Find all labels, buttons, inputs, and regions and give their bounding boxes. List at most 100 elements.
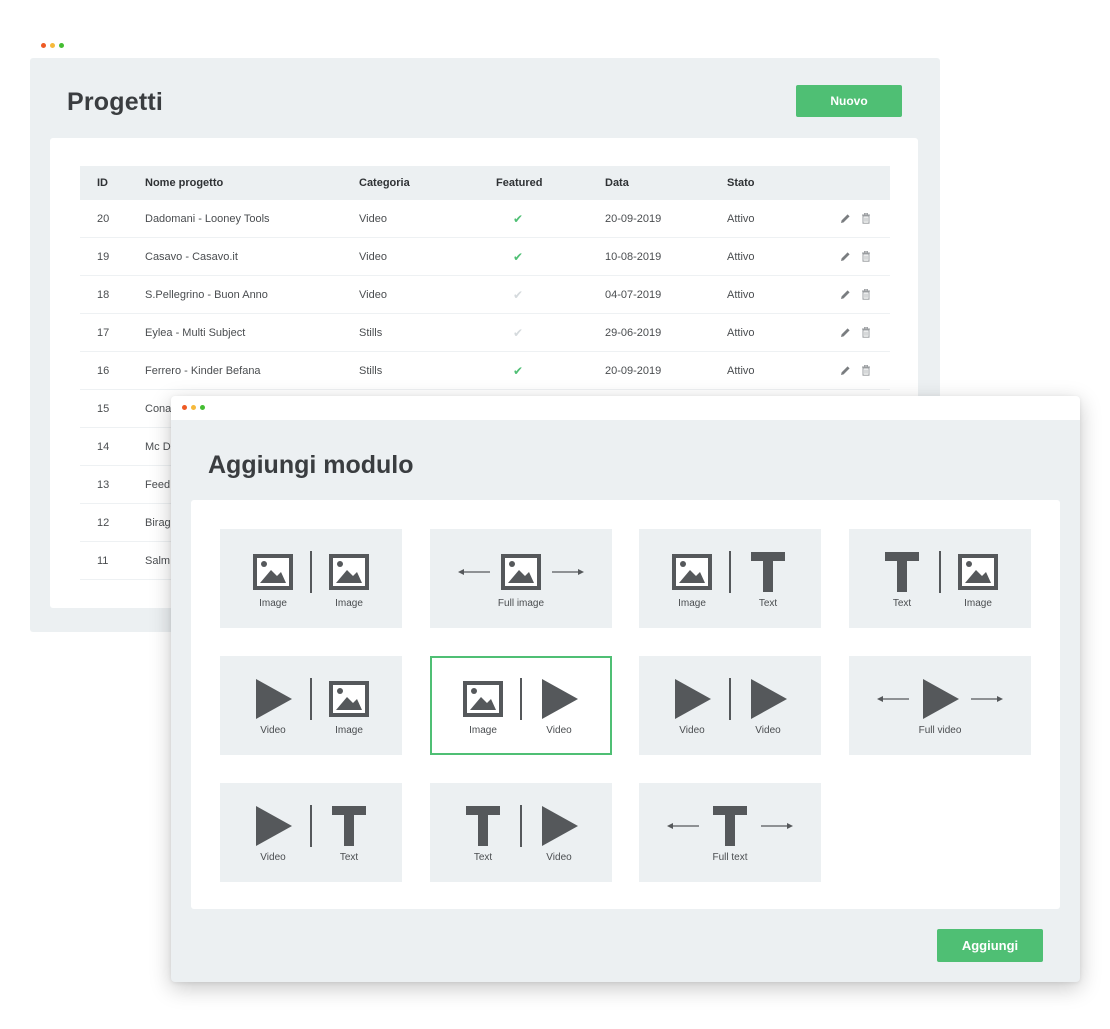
module-label-left: Video xyxy=(260,852,286,863)
maximize-dot-icon[interactable] xyxy=(59,43,64,48)
row-id: 17 xyxy=(97,326,110,339)
module-label-left: Image xyxy=(259,598,287,609)
row-date: 10-08-2019 xyxy=(605,250,662,263)
module-label-left: Video xyxy=(679,725,705,736)
text-icon xyxy=(885,552,919,592)
table-row[interactable]: 17 Eylea - Multi Subject Stills ✔ 29-06-2019… xyxy=(80,314,890,352)
table-row[interactable]: 18 S.Pellegrino - Buon Anno Video ✔ 04-07-20… xyxy=(80,276,890,314)
table-row[interactable]: 20 Dadomani - Looney Tools Video ✔ 20-09-201… xyxy=(80,200,890,238)
modal-title: Aggiungi modulo xyxy=(208,451,414,479)
module-tile-full-video[interactable]: Full video xyxy=(849,656,1031,755)
module-tile-image-text[interactable]: Image Text xyxy=(639,529,821,628)
table-row[interactable]: 19 Casavo - Casavo.it Video ✔ 10-08-2019 Atti… xyxy=(80,238,890,276)
arrow-right-icon xyxy=(971,696,1003,702)
row-date: 29-06-2019 xyxy=(605,326,662,339)
close-dot-icon[interactable] xyxy=(41,43,46,48)
module-label-right: Video xyxy=(546,852,572,863)
module-label-right: Image xyxy=(964,598,992,609)
add-button[interactable]: Aggiungi xyxy=(937,929,1043,962)
row-id: 14 xyxy=(97,440,110,453)
arrow-left-icon xyxy=(458,569,490,575)
row-id: 12 xyxy=(97,516,110,529)
row-name: S.Pellegrino - Buon Anno xyxy=(145,288,268,301)
module-label-left: Text xyxy=(473,852,493,863)
featured-check-icon[interactable]: ✔ xyxy=(496,314,523,351)
text-icon xyxy=(332,806,366,846)
module-label-right: Image xyxy=(335,598,363,609)
module-tile-video-image[interactable]: Video Image xyxy=(220,656,402,755)
row-category: Video xyxy=(359,250,387,263)
module-label-left: Image xyxy=(469,725,497,736)
module-tile-text-image[interactable]: Text Image xyxy=(849,529,1031,628)
row-id: 16 xyxy=(97,364,110,377)
window-controls xyxy=(182,405,205,410)
play-icon xyxy=(751,679,787,719)
module-label-right: Video xyxy=(755,725,781,736)
check-glyph: ✔ xyxy=(513,363,524,378)
play-icon xyxy=(542,806,578,846)
row-category: Stills xyxy=(359,364,383,377)
row-status: Attivo xyxy=(727,326,755,339)
featured-check-icon[interactable]: ✔ xyxy=(496,200,523,237)
row-status: Attivo xyxy=(727,288,755,301)
col-status: Stato xyxy=(727,177,755,189)
row-name: Mc D xyxy=(145,440,171,453)
module-tile-full-text[interactable]: Full text xyxy=(639,783,821,882)
row-status: Attivo xyxy=(727,212,755,225)
module-label: Full image xyxy=(497,598,545,609)
row-id: 18 xyxy=(97,288,110,301)
play-icon xyxy=(923,679,959,719)
trash-icon[interactable] xyxy=(861,289,871,300)
module-tile-text-video[interactable]: Text Video xyxy=(430,783,612,882)
module-label-right: Video xyxy=(546,725,572,736)
pencil-icon[interactable] xyxy=(840,213,851,224)
pencil-icon[interactable] xyxy=(840,251,851,262)
row-name: Feed xyxy=(145,478,171,491)
row-name: Casavo - Casavo.it xyxy=(145,250,238,263)
module-label: Full text xyxy=(712,852,748,863)
image-icon xyxy=(253,554,293,590)
col-date: Data xyxy=(605,177,629,189)
trash-icon[interactable] xyxy=(861,365,871,376)
page-title: Progetti xyxy=(67,88,164,116)
close-dot-icon[interactable] xyxy=(182,405,187,410)
module-tile-video-video[interactable]: Video Video xyxy=(639,656,821,755)
table-row[interactable]: 16 Ferrero - Kinder Befana Stills ✔ 20-09-20… xyxy=(80,352,890,390)
play-icon xyxy=(256,806,292,846)
module-tile-full-image[interactable]: Full image xyxy=(430,529,612,628)
featured-check-icon[interactable]: ✔ xyxy=(496,238,523,275)
row-status: Attivo xyxy=(727,364,755,377)
pencil-icon[interactable] xyxy=(840,365,851,376)
module-tile-image-image[interactable]: Image Image xyxy=(220,529,402,628)
featured-check-icon[interactable]: ✔ xyxy=(496,352,523,389)
trash-icon[interactable] xyxy=(861,213,871,224)
featured-check-icon[interactable]: ✔ xyxy=(496,276,523,313)
module-label-left: Video xyxy=(260,725,286,736)
row-date: 20-09-2019 xyxy=(605,212,662,225)
row-name: Ferrero - Kinder Befana xyxy=(145,364,261,377)
check-glyph: ✔ xyxy=(513,287,524,302)
new-project-button[interactable]: Nuovo xyxy=(796,85,902,117)
module-grid: Image Image Full image Image Text Text Image Vi… xyxy=(191,500,1060,909)
trash-icon[interactable] xyxy=(861,251,871,262)
arrow-right-icon xyxy=(552,569,584,575)
module-label-left: Image xyxy=(678,598,706,609)
maximize-dot-icon[interactable] xyxy=(200,405,205,410)
module-label-left: Text xyxy=(892,598,912,609)
module-tile-image-video[interactable]: Image Video xyxy=(430,656,612,755)
row-status: Attivo xyxy=(727,250,755,263)
play-icon xyxy=(675,679,711,719)
module-label-right: Text xyxy=(339,852,359,863)
minimize-dot-icon[interactable] xyxy=(191,405,196,410)
check-glyph: ✔ xyxy=(513,211,524,226)
row-name: Cona xyxy=(145,402,172,415)
minimize-dot-icon[interactable] xyxy=(50,43,55,48)
module-tile-video-text[interactable]: Video Text xyxy=(220,783,402,882)
row-category: Video xyxy=(359,212,387,225)
image-icon xyxy=(463,681,503,717)
col-category: Categoria xyxy=(359,177,410,189)
pencil-icon[interactable] xyxy=(840,327,851,338)
trash-icon[interactable] xyxy=(861,327,871,338)
pencil-icon[interactable] xyxy=(840,289,851,300)
arrow-left-icon xyxy=(877,696,909,702)
